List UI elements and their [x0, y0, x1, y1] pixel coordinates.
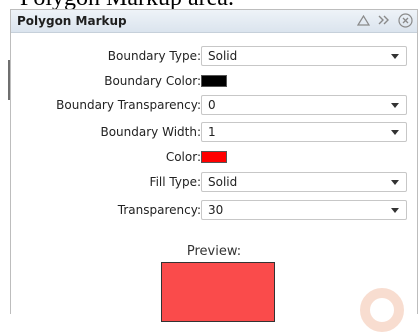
panel-title: Polygon Markup: [17, 14, 127, 28]
row-boundary-transparency: Boundary Transparency: 0: [11, 95, 417, 117]
watermark-logo: [360, 288, 404, 332]
row-boundary-width: Boundary Width: 1: [11, 122, 417, 144]
boundary-type-value: Solid: [208, 49, 238, 63]
fill-color-swatch[interactable]: [201, 151, 227, 163]
boundary-transparency-label: Boundary Transparency:: [56, 98, 201, 112]
boundary-color-label: Boundary Color:: [104, 74, 201, 88]
boundary-width-select[interactable]: 1: [201, 122, 407, 142]
boundary-type-label: Boundary Type:: [107, 49, 201, 63]
transparency-value: 30: [208, 203, 224, 217]
chevron-down-icon: [391, 54, 399, 59]
row-transparency: Transparency: 30: [11, 200, 417, 222]
row-boundary-type: Boundary Type: Solid: [11, 46, 417, 68]
expand-double-chevron-icon[interactable]: [376, 12, 392, 28]
panel-titlebar: Polygon Markup: [11, 10, 417, 33]
transparency-select[interactable]: 30: [201, 200, 407, 220]
fill-type-value: Solid: [208, 175, 238, 189]
chevron-down-icon: [391, 208, 399, 213]
boundary-color-swatch[interactable]: [201, 75, 227, 87]
row-boundary-color: Boundary Color:: [11, 71, 417, 93]
boundary-width-value: 1: [208, 125, 216, 139]
collapse-up-icon[interactable]: [355, 12, 371, 28]
row-fill-type: Fill Type: Solid: [11, 172, 417, 194]
fill-type-select[interactable]: Solid: [201, 172, 407, 192]
chevron-down-icon: [391, 180, 399, 185]
transparency-label: Transparency:: [117, 203, 201, 217]
polygon-markup-panel: Polygon Markup Boundary Type: Solid Boun…: [10, 9, 418, 322]
boundary-type-select[interactable]: Solid: [201, 46, 407, 66]
boundary-transparency-value: 0: [208, 98, 216, 112]
boundary-width-label: Boundary Width:: [100, 125, 201, 139]
color-label: Color:: [165, 150, 201, 164]
preview-swatch: [161, 262, 275, 322]
close-circle-icon[interactable]: [397, 12, 413, 28]
row-color: Color:: [11, 147, 417, 169]
fill-type-label: Fill Type:: [149, 175, 201, 189]
chevron-down-icon: [391, 103, 399, 108]
boundary-transparency-select[interactable]: 0: [201, 95, 407, 115]
preview-label: Preview:: [186, 244, 242, 259]
chevron-down-icon: [391, 130, 399, 135]
